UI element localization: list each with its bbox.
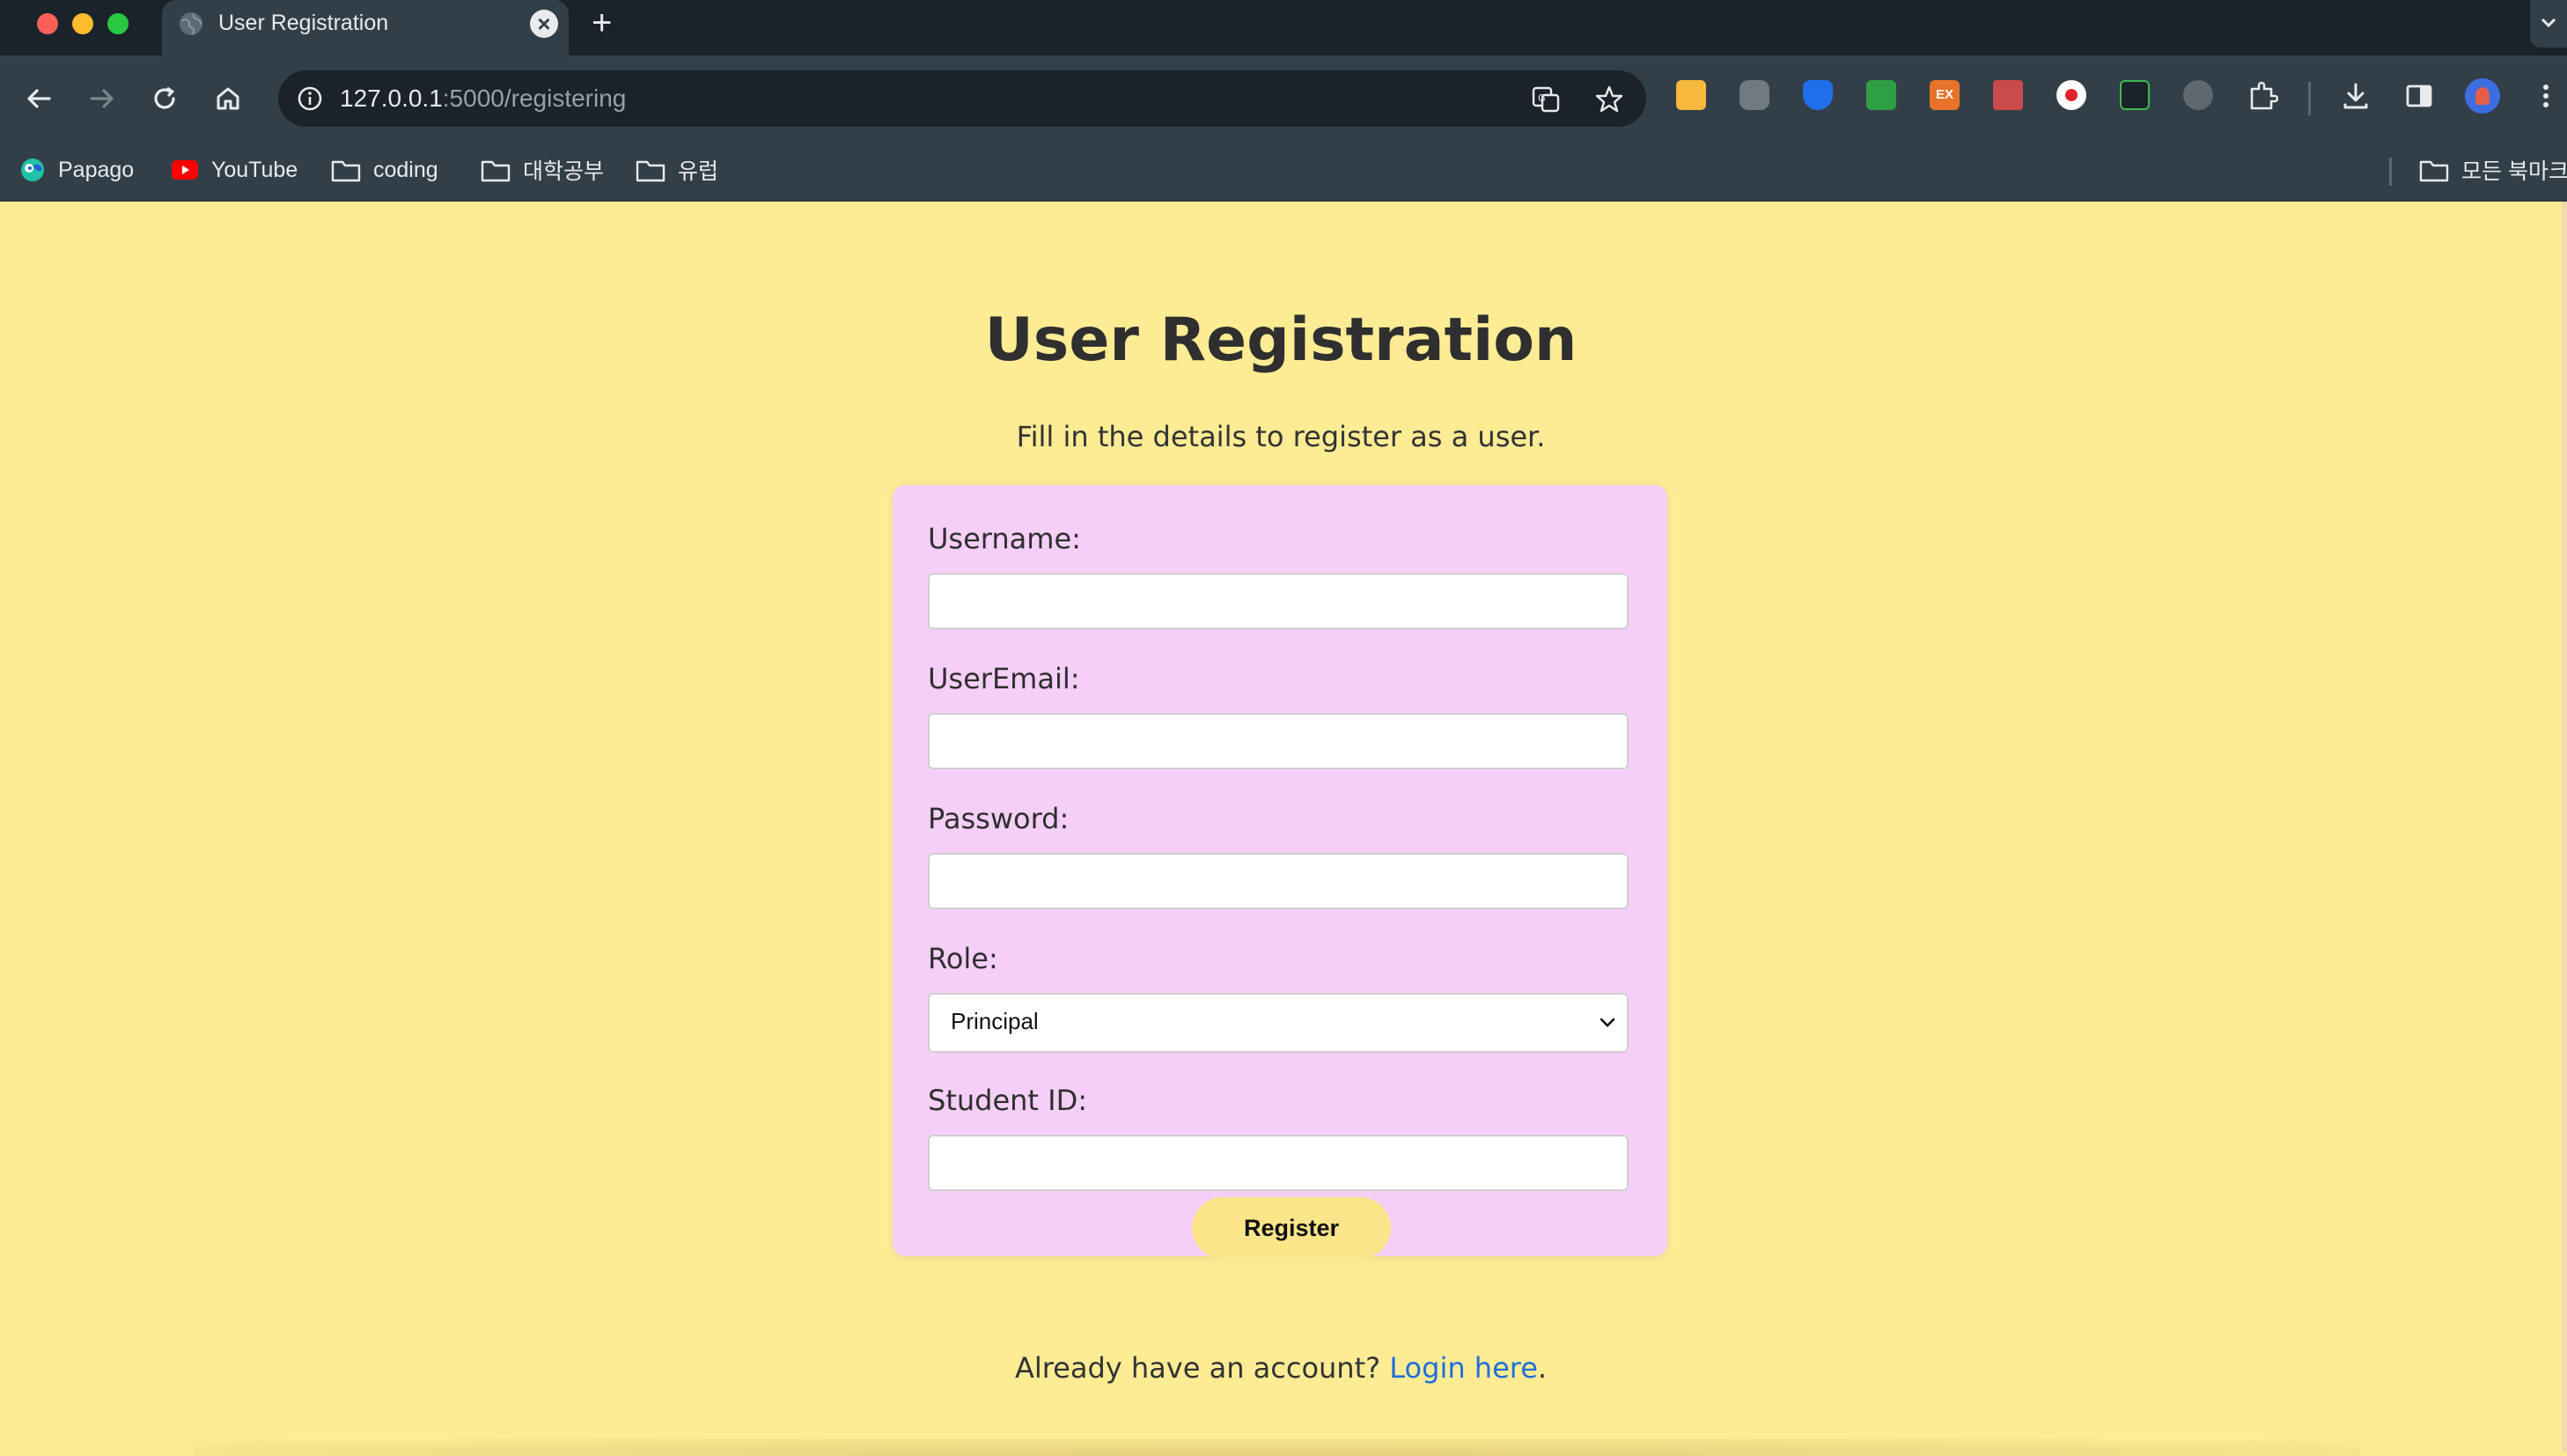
extension-play-icon[interactable]: [2120, 80, 2150, 110]
page-subtitle: Fill in the details to register as a use…: [1016, 420, 1546, 453]
extensions-puzzle-icon[interactable]: [2247, 80, 2278, 112]
bookmark-papago[interactable]: Papago: [19, 152, 134, 188]
page-title: User Registration: [984, 305, 1578, 375]
page-content: User Registration Fill in the details to…: [0, 202, 2562, 1456]
bookmark-star-icon[interactable]: [1593, 84, 1625, 115]
browser-toolbar: 127.0.0.1:5000/registering G EX: [0, 55, 2567, 142]
side-panel-icon[interactable]: [2403, 80, 2435, 112]
username-input[interactable]: [928, 573, 1629, 629]
extension-record-icon[interactable]: [2056, 80, 2086, 110]
page-edge: [2562, 202, 2567, 1452]
close-tab-icon[interactable]: ×: [530, 10, 558, 38]
close-window-button[interactable]: [37, 13, 58, 34]
extension-ex-icon[interactable]: EX: [1930, 80, 1960, 110]
folder-icon: [2419, 160, 2449, 182]
extension-tool-icon[interactable]: [2183, 80, 2213, 110]
login-prompt-text: Already have an account?: [1014, 1351, 1381, 1385]
role-selected-value: Principal: [951, 1008, 1039, 1034]
extension-green-icon[interactable]: [1866, 80, 1896, 110]
maximize-window-button[interactable]: [107, 13, 129, 34]
papago-icon: [21, 158, 44, 181]
home-icon[interactable]: [211, 82, 245, 115]
site-info-icon[interactable]: [296, 85, 324, 113]
profile-avatar[interactable]: [2465, 78, 2500, 114]
bookmarks-divider: [2389, 158, 2392, 186]
bookmark-label: 모든 북마크: [2461, 159, 2567, 184]
back-arrow-icon[interactable]: [23, 82, 56, 115]
role-select[interactable]: Principal: [928, 993, 1629, 1053]
url-path: :5000/registering: [442, 85, 627, 112]
chevron-down-icon: [1600, 1018, 1615, 1027]
extension-shield-icon[interactable]: [1803, 80, 1833, 110]
bookmark-folder-university[interactable]: 대학공부: [481, 152, 604, 188]
tab-search-chevron-icon[interactable]: [2530, 0, 2567, 48]
login-link[interactable]: Login here: [1389, 1351, 1538, 1385]
bookmarks-bar: Papago YouTube coding 대학공부 유럽 모든 북마크: [0, 142, 2567, 202]
folder-icon: [331, 160, 361, 182]
new-tab-icon[interactable]: +: [592, 5, 612, 40]
extension-yellow-icon[interactable]: [1676, 80, 1706, 110]
bookmark-folder-coding[interactable]: coding: [331, 152, 438, 188]
tab-title: User Registration: [218, 11, 389, 35]
address-bar[interactable]: 127.0.0.1:5000/registering G: [278, 70, 1646, 127]
bookmark-folder-europe[interactable]: 유럽: [636, 152, 718, 188]
folder-icon: [481, 160, 511, 182]
translate-icon[interactable]: G: [1530, 84, 1562, 115]
minimize-window-button[interactable]: [72, 13, 93, 34]
url-host: 127.0.0.1: [340, 85, 443, 112]
bookmark-label: YouTube: [211, 157, 298, 182]
login-prompt: Already have an account? Login here.: [0, 1351, 2562, 1385]
download-icon[interactable]: [2340, 80, 2372, 112]
reload-icon[interactable]: [148, 82, 181, 115]
bottom-shadow: [194, 1438, 2359, 1456]
bookmark-label: 유럽: [678, 159, 719, 184]
toolbar-divider: [2308, 82, 2311, 115]
role-label: Role:: [928, 942, 998, 975]
register-button[interactable]: Register: [1192, 1197, 1391, 1259]
browser-titlebar: User Registration × +: [0, 0, 2567, 55]
login-prompt-period: .: [1537, 1351, 1548, 1385]
extension-cloud-icon[interactable]: [1740, 80, 1769, 110]
registration-form: Username: UserEmail: Password: Role: Pri…: [893, 485, 1667, 1259]
student-id-label: Student ID:: [928, 1084, 1087, 1117]
folder-icon: [636, 160, 666, 182]
browser-menu-icon[interactable]: [2535, 80, 2556, 112]
password-label: Password:: [928, 802, 1070, 835]
browser-tab[interactable]: User Registration ×: [162, 0, 569, 55]
bookmark-label: 대학공부: [523, 159, 605, 184]
extension-printer-icon[interactable]: [1993, 80, 2023, 110]
bookmark-label: coding: [373, 157, 438, 182]
password-input[interactable]: [928, 853, 1629, 909]
youtube-icon: [172, 160, 198, 180]
email-label: UserEmail:: [928, 662, 1080, 695]
forward-arrow-icon[interactable]: [85, 82, 118, 115]
student-id-input[interactable]: [928, 1135, 1629, 1191]
bookmark-label: Papago: [58, 157, 135, 182]
globe-icon: [180, 12, 202, 35]
all-bookmarks-folder[interactable]: 모든 북마크: [2419, 152, 2567, 188]
svg-text:G: G: [1538, 92, 1546, 104]
username-label: Username:: [928, 522, 1081, 555]
bookmark-youtube[interactable]: YouTube: [171, 152, 298, 188]
url-text: 127.0.0.1:5000/registering: [340, 85, 626, 113]
email-input[interactable]: [928, 713, 1629, 769]
